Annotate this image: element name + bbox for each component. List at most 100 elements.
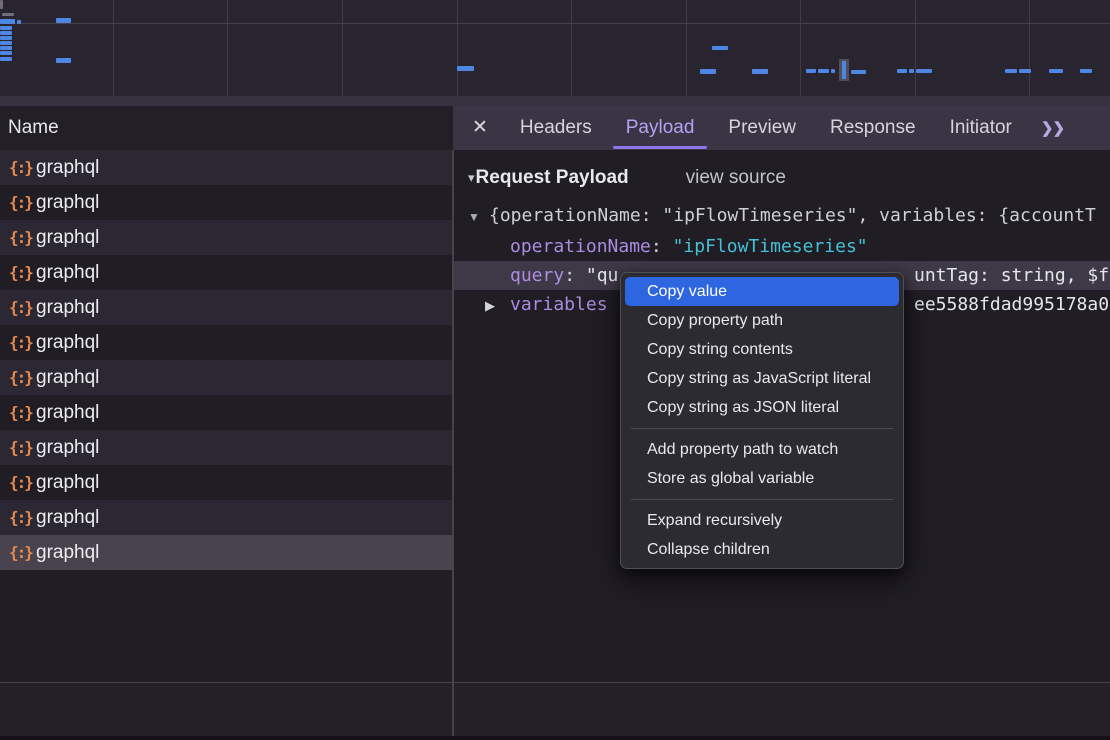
- json-braces-icon: {:}: [9, 438, 36, 457]
- request-row[interactable]: {:}graphql: [0, 325, 453, 360]
- json-braces-icon: {:}: [9, 473, 36, 492]
- request-row[interactable]: {:}graphql: [0, 185, 453, 220]
- overview-request-bar: [1049, 69, 1063, 73]
- request-name: graphql: [36, 262, 99, 284]
- menu-item-expand-recursively[interactable]: Expand recursively: [625, 506, 899, 535]
- json-colon: :: [564, 265, 586, 286]
- overview-gridline: [915, 0, 916, 96]
- request-name: graphql: [36, 472, 99, 494]
- menu-item-copy-value[interactable]: Copy value: [625, 277, 899, 306]
- request-row[interactable]: {:}graphql: [0, 465, 453, 500]
- overview-request-bar: [17, 20, 21, 24]
- overview-request-bar: [0, 19, 15, 24]
- overview-request-bar: [818, 69, 829, 73]
- request-row[interactable]: {:}graphql: [0, 290, 453, 325]
- close-details-button[interactable]: ✕: [472, 106, 488, 150]
- menu-item-copy-string-contents[interactable]: Copy string contents: [625, 335, 899, 364]
- json-braces-icon: {:}: [9, 228, 36, 247]
- tab-preview[interactable]: Preview: [711, 106, 813, 150]
- request-name: graphql: [36, 192, 99, 214]
- view-source-link[interactable]: view source: [686, 167, 786, 189]
- collapsed-caret-icon[interactable]: ▶: [485, 291, 510, 320]
- overview-gridline: [342, 0, 343, 96]
- tab-initiator[interactable]: Initiator: [933, 106, 1029, 150]
- json-braces-icon: {:}: [9, 543, 36, 562]
- menu-item-store-as-global-variable[interactable]: Store as global variable: [625, 464, 899, 493]
- request-row[interactable]: {:}graphql: [0, 220, 453, 255]
- overview-request-bar: [56, 58, 71, 63]
- overview-bottom-band: [0, 96, 1110, 106]
- tab-strip: HeadersPayloadPreviewResponseInitiator: [503, 106, 1029, 150]
- request-name: graphql: [36, 367, 99, 389]
- overview-request-bar: [0, 36, 12, 40]
- status-footer: [0, 682, 1110, 736]
- json-root-row[interactable]: ▼{operationName: "ipFlowTimeseries", var…: [454, 201, 1110, 230]
- json-braces-icon: {:}: [9, 158, 36, 177]
- menu-item-add-property-path-to-watch[interactable]: Add property path to watch: [625, 435, 899, 464]
- expanded-caret-icon[interactable]: ▼: [468, 203, 489, 232]
- json-braces-icon: {:}: [9, 333, 36, 352]
- details-tab-bar: ✕ HeadersPayloadPreviewResponseInitiator…: [453, 106, 1110, 150]
- json-key: query: [510, 265, 564, 286]
- overview-request-bar: [752, 69, 768, 74]
- json-braces-icon: {:}: [9, 263, 36, 282]
- request-row[interactable]: {:}graphql: [0, 430, 453, 465]
- menu-separator: [631, 499, 893, 500]
- overview-gridline: [571, 0, 572, 96]
- json-braces-icon: {:}: [9, 508, 36, 527]
- overview-gridline-horizontal: [0, 23, 1110, 24]
- request-row[interactable]: {:}graphql: [0, 500, 453, 535]
- overview-request-bar: [700, 69, 716, 74]
- request-payload-section-header[interactable]: ▾ Request Payload view source: [468, 165, 786, 191]
- tab-payload[interactable]: Payload: [609, 106, 712, 150]
- overview-request-bar: [851, 70, 866, 74]
- overview-request-bar: [0, 41, 12, 45]
- overview-request-bar: [1019, 69, 1031, 73]
- request-row[interactable]: {:}graphql: [0, 360, 453, 395]
- overview-activity-bar: [2, 13, 14, 16]
- overview-request-bar: [916, 69, 932, 73]
- overview-request-bar: [0, 31, 12, 35]
- overview-gridline: [113, 0, 114, 96]
- overview-request-bar: [0, 51, 12, 55]
- overview-request-bar: [56, 18, 71, 23]
- menu-item-copy-property-path[interactable]: Copy property path: [625, 306, 899, 335]
- request-name: graphql: [36, 507, 99, 529]
- panel-divider[interactable]: [452, 150, 454, 736]
- section-title: Request Payload: [476, 167, 629, 189]
- json-row-operationname[interactable]: operationName: "ipFlowTimeseries": [454, 232, 1110, 261]
- json-root-preview: {operationName: "ipFlowTimeseries", vari…: [489, 205, 1096, 226]
- json-value-right-fragment: ee5588fdad995178a0: [914, 290, 1109, 319]
- request-name: graphql: [36, 227, 99, 249]
- json-braces-icon: {:}: [9, 368, 36, 387]
- request-row[interactable]: {:}graphql: [0, 255, 453, 290]
- overview-request-bar: [831, 69, 835, 73]
- json-key: variables: [510, 294, 608, 315]
- section-collapse-caret-icon[interactable]: ▾: [468, 170, 475, 186]
- request-row[interactable]: {:}graphql: [0, 395, 453, 430]
- request-name: graphql: [36, 157, 99, 179]
- context-menu: Copy valueCopy property pathCopy string …: [620, 272, 904, 569]
- tab-headers[interactable]: Headers: [503, 106, 609, 150]
- request-list[interactable]: {:}graphql{:}graphql{:}graphql{:}graphql…: [0, 150, 453, 682]
- overview-gridline: [227, 0, 228, 96]
- request-name: graphql: [36, 297, 99, 319]
- menu-item-collapse-children[interactable]: Collapse children: [625, 535, 899, 564]
- overview-request-bar: [712, 46, 728, 50]
- request-row[interactable]: {:}graphql: [0, 535, 453, 570]
- overview-request-bar: [457, 66, 474, 71]
- network-overview-timeline[interactable]: [0, 0, 1110, 96]
- overview-gridline: [1029, 0, 1030, 96]
- tab-response[interactable]: Response: [813, 106, 933, 150]
- overview-request-bar: [1080, 69, 1092, 73]
- menu-item-copy-string-as-json-literal[interactable]: Copy string as JSON literal: [625, 393, 899, 422]
- devtools-network-panel: Name ✕ HeadersPayloadPreviewResponseInit…: [0, 0, 1110, 740]
- overview-request-bar: [1005, 69, 1017, 73]
- overview-request-bar: [806, 69, 816, 73]
- overview-request-bar: [0, 46, 12, 50]
- name-column-header[interactable]: Name: [0, 106, 453, 150]
- overview-gridline: [686, 0, 687, 96]
- more-tabs-icon[interactable]: ❯❯: [1041, 119, 1064, 137]
- request-row[interactable]: {:}graphql: [0, 150, 453, 185]
- menu-item-copy-string-as-javascript-literal[interactable]: Copy string as JavaScript literal: [625, 364, 899, 393]
